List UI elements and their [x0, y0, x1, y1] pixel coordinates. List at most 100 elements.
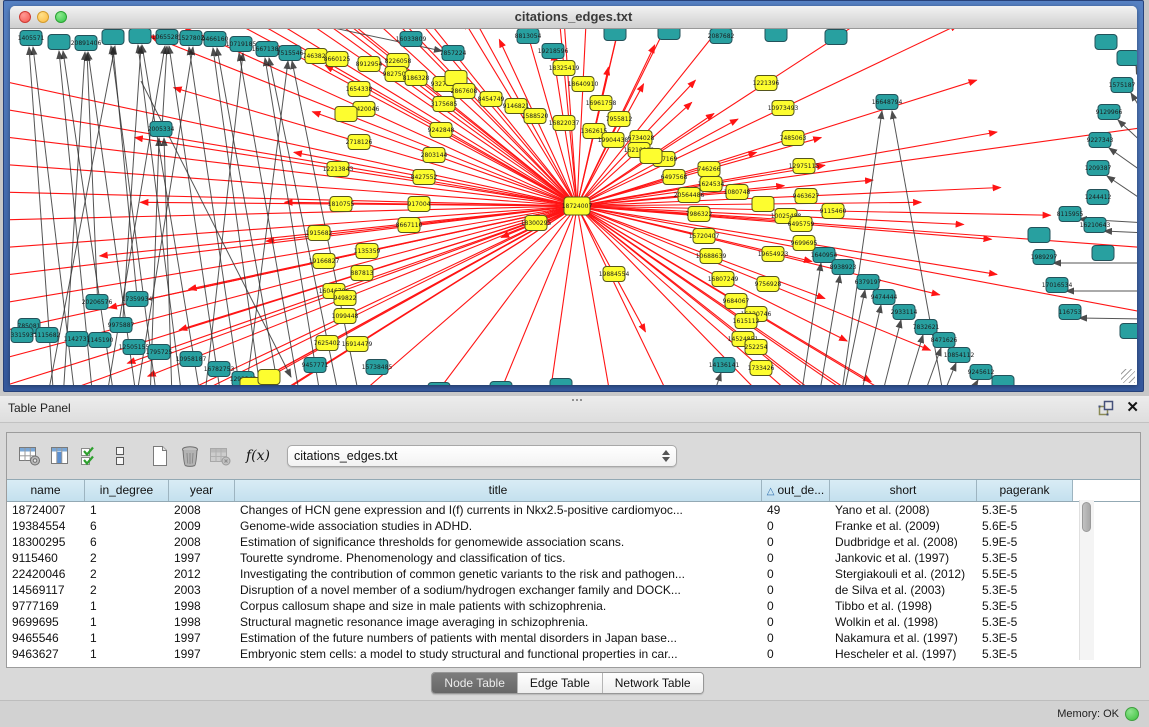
table-row[interactable]: 911546021997Tourette syndrome. Phenomeno…	[7, 550, 1140, 566]
yellow-node[interactable]: 3175685	[431, 97, 458, 112]
yellow-node[interactable]: 7986322	[686, 207, 713, 222]
yellow-node[interactable]: 2718126	[346, 135, 373, 150]
yellow-node[interactable]	[752, 197, 774, 212]
function-builder-icon[interactable]: f(x)	[243, 442, 273, 470]
yellow-node[interactable]	[640, 149, 662, 164]
yellow-node[interactable]: 18300295	[521, 216, 552, 231]
teal-node[interactable]: 9474444	[871, 290, 898, 305]
teal-node[interactable]	[765, 29, 787, 42]
yellow-node[interactable]: 16914479	[342, 337, 373, 352]
yellow-node[interactable]: 10973493	[768, 101, 799, 116]
teal-node[interactable]: 17359934	[122, 292, 153, 307]
table-cell[interactable]: 1	[85, 646, 169, 662]
yellow-node[interactable]: 10688639	[696, 249, 727, 264]
import-table-icon[interactable]	[205, 442, 235, 470]
teal-node[interactable]: 1405571	[18, 31, 45, 46]
teal-node[interactable]	[550, 379, 572, 386]
teal-node[interactable]: 2005334	[148, 122, 175, 137]
teal-node[interactable]: 16033809	[396, 32, 427, 47]
teal-node[interactable]: 10854112	[944, 348, 975, 363]
teal-node[interactable]	[1092, 246, 1114, 261]
yellow-node[interactable]: 1588520	[522, 109, 549, 124]
table-cell[interactable]: 9115460	[7, 550, 85, 566]
network-window-frame[interactable]: citations_edges.txt 140557	[3, 0, 1144, 392]
table-cell[interactable]: 1	[85, 502, 169, 518]
teal-node[interactable]: 7857224	[440, 46, 467, 61]
table-row[interactable]: 1830029562008Estimation of significance …	[7, 534, 1140, 550]
table-cell[interactable]: 6	[85, 518, 169, 534]
tab-node-table[interactable]: Node Table	[432, 673, 517, 693]
table-cell[interactable]: 1998	[169, 598, 235, 614]
network-window-titlebar[interactable]: citations_edges.txt	[10, 6, 1137, 29]
yellow-node[interactable]: 19654923	[758, 247, 789, 262]
teal-node[interactable]: 2933114	[891, 305, 918, 320]
table-cell[interactable]: 18724007	[7, 502, 85, 518]
yellow-node[interactable]: 9756928	[755, 277, 782, 292]
table-cell[interactable]: Yano et al. (2008)	[830, 502, 977, 518]
yellow-node[interactable]: 1654338	[346, 82, 373, 97]
yellow-node[interactable]: 1733426	[748, 361, 775, 376]
table-cell[interactable]: 2	[85, 550, 169, 566]
teal-node[interactable]	[604, 29, 626, 41]
table-row[interactable]: 977716911998Corpus callosum shape and si…	[7, 598, 1140, 614]
network-view-canvas[interactable]: 1405571208914061065528715278029466160107…	[10, 29, 1137, 385]
yellow-node[interactable]: 7485063	[780, 131, 807, 146]
yellow-node[interactable]: 8667110	[396, 218, 423, 233]
table-row[interactable]: 1872400712008Changes of HCN gene express…	[7, 502, 1140, 518]
table-cell[interactable]: 6	[85, 534, 169, 550]
table-cell[interactable]: Jankovic et al. (1997)	[830, 550, 977, 566]
table-cell[interactable]: 22420046	[7, 566, 85, 582]
yellow-node[interactable]: 8912954	[356, 57, 383, 72]
teal-node[interactable]: 9245612	[968, 365, 995, 380]
yellow-node[interactable]: 19884554	[599, 267, 630, 282]
yellow-node[interactable]: 9463627	[793, 189, 820, 204]
table-cell[interactable]: 0	[762, 518, 830, 534]
yellow-node[interactable]: 1080748	[724, 185, 751, 200]
column-header-out_de[interactable]: △out_de...	[762, 480, 830, 501]
yellow-node[interactable]: 9699695	[791, 236, 818, 251]
yellow-node[interactable]: 1135359	[354, 244, 381, 259]
table-row[interactable]: 946554611997Estimation of the future num…	[7, 630, 1140, 646]
yellow-node[interactable]: 9115460	[820, 204, 847, 219]
teal-node[interactable]: 10958187	[176, 352, 207, 367]
maximize-window-button[interactable]	[55, 11, 67, 23]
yellow-node[interactable]: 887813	[351, 266, 374, 281]
teal-node[interactable]: 8938923	[830, 260, 857, 275]
yellow-node[interactable]: 18724007	[562, 197, 593, 215]
teal-node[interactable]: 20206576	[82, 295, 113, 310]
table-cell[interactable]: Tibbo et al. (1998)	[830, 598, 977, 614]
teal-node[interactable]: 1795725	[146, 345, 173, 360]
teal-node[interactable]: 8115955	[1057, 207, 1084, 222]
close-window-button[interactable]	[19, 11, 31, 23]
table-cell[interactable]: Hescheler et al. (1997)	[830, 646, 977, 662]
scrollbar-thumb[interactable]	[1082, 502, 1091, 532]
table-cell[interactable]: 5.6E-5	[977, 518, 1073, 534]
table-selector-dropdown[interactable]: citations_edges.txt	[287, 445, 677, 467]
column-header-name[interactable]: name	[7, 480, 85, 501]
teal-node[interactable]	[992, 376, 1014, 386]
split-divider-handle[interactable]	[571, 398, 583, 402]
table-cell[interactable]: Structural magnetic resonance image aver…	[235, 614, 762, 630]
yellow-node[interactable]: 8186328	[403, 71, 430, 86]
teal-node[interactable]: 9129966	[1096, 105, 1123, 120]
yellow-node[interactable]: 2867608	[451, 84, 478, 99]
table-cell[interactable]: 5.9E-5	[977, 534, 1073, 550]
table-row[interactable]: 969969511998Structural magnetic resonanc…	[7, 614, 1140, 630]
teal-node[interactable]: 20891406	[71, 36, 102, 51]
teal-node[interactable]: 2087682	[708, 29, 735, 44]
table-cell[interactable]: Wolkin et al. (1998)	[830, 614, 977, 630]
yellow-node[interactable]: 1221396	[753, 76, 780, 91]
table-row[interactable]: 1938455462009Genome-wide association stu…	[7, 518, 1140, 534]
teal-node[interactable]: 331593	[11, 328, 34, 343]
table-cell[interactable]: 1997	[169, 630, 235, 646]
table-cell[interactable]: 5.3E-5	[977, 630, 1073, 646]
teal-node[interactable]: 14136141	[709, 358, 740, 373]
teal-node[interactable]: 9466160	[202, 32, 229, 47]
table-cell[interactable]: 5.5E-5	[977, 566, 1073, 582]
table-cell[interactable]: 1	[85, 614, 169, 630]
table-cell[interactable]: Stergiakouli et al. (2012)	[830, 566, 977, 582]
teal-node[interactable]	[1028, 228, 1050, 243]
teal-node[interactable]: 116753	[1059, 305, 1082, 320]
column-header-short[interactable]: short	[830, 480, 977, 501]
teal-node[interactable]	[825, 30, 847, 45]
